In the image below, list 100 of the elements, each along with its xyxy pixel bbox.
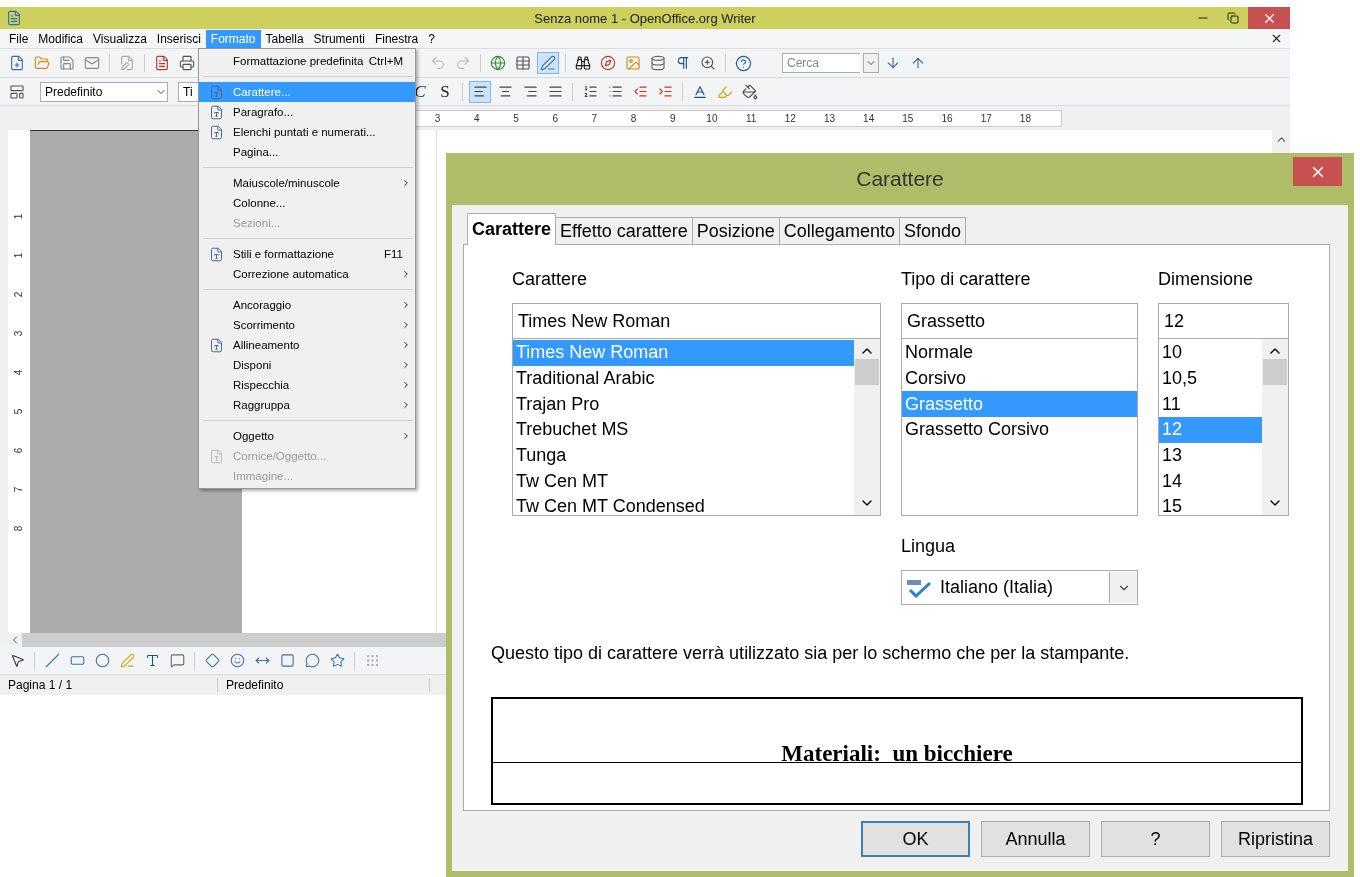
list-item[interactable]: Tw Cen MT Condensed [513,494,854,515]
menu-item[interactable]: Tabella [260,29,309,48]
close-button[interactable] [1293,157,1342,186]
menu-item[interactable]: Paragrafo... [199,102,415,122]
ruler-number: 8 [12,525,26,532]
menu-item[interactable]: Elenchi puntati e numerati... [199,122,415,142]
ruler-number: 3 [433,112,442,124]
help-icon [734,54,752,72]
compass-icon [600,55,616,71]
dialog-button[interactable]: Annulla [981,821,1090,857]
menu-item[interactable]: Formattazione predefinita Ctrl+M [199,51,415,71]
tab[interactable]: Carattere [467,213,557,245]
input-field[interactable]: 12 [1158,303,1289,339]
rectangle-icon [69,653,85,668]
line-icon [44,653,60,668]
menu-item[interactable]: Modifica [33,29,89,48]
smiley-icon [229,653,245,668]
menu-item[interactable]: Pagina... [199,142,415,162]
dialog-button[interactable]: ? [1101,821,1210,857]
ruler-number: 4 [473,112,481,124]
menu-item[interactable]: ? [423,29,440,48]
format-key-button[interactable]: S [434,80,456,103]
menu-item-icon [208,124,224,140]
edit-file-icon [119,55,135,71]
list-item[interactable]: Tunga [513,442,854,469]
callout-icon [304,653,320,668]
menu-item[interactable]: Oggetto [199,426,415,446]
menu-item[interactable]: Allineamento [199,335,415,355]
menu-item[interactable]: Disponi [199,355,415,375]
input-field[interactable]: Times New Roman [512,303,881,339]
undo-icon [430,55,446,71]
pencil-button[interactable] [537,52,559,74]
list-item[interactable]: Corsivo [902,365,1137,392]
globe-icon [490,55,506,71]
scroll-thumb[interactable] [1263,359,1287,385]
decrease-indent-icon [632,84,648,99]
ruler-number: 12 [783,112,797,124]
menu-item[interactable]: Correzione automatica [199,264,415,284]
list-item[interactable]: 11 [1159,391,1262,418]
list-item[interactable]: 15 [1159,494,1262,515]
ruler-number: 4 [12,369,26,376]
scroll-thumb[interactable] [855,359,879,385]
database-icon [650,55,666,71]
ruler-number: 14 [862,112,876,124]
pencil-icon [540,55,556,71]
styles-icon [9,83,25,100]
search-dropdown-button[interactable] [863,53,879,73]
menu-item[interactable]: Maiuscole/minuscole [199,173,415,193]
points-icon [364,653,380,668]
gallery-icon [625,55,641,71]
ruler-number: 15 [901,112,915,124]
ruler-number: 11 [744,112,758,124]
status-text: Predefinito [218,678,430,692]
list-item[interactable]: Trajan Pro [513,391,854,418]
menu-item[interactable]: Raggruppa [199,395,415,415]
menu-item-icon [208,337,224,353]
font-color-icon [692,83,708,100]
ruler-number: 1 [12,213,26,220]
tab[interactable]: Sfondo [898,217,966,245]
list-item[interactable]: 14 [1159,468,1262,495]
list-item[interactable]: 13 [1159,442,1262,469]
menu-item[interactable]: File [4,29,34,48]
list-item[interactable]: Tw Cen MT [513,468,854,495]
align-left-button[interactable] [469,80,491,103]
search-field[interactable]: Cerca [782,53,860,73]
menu-item[interactable]: Finestra [369,29,424,48]
menu-item[interactable]: Visualizza [88,29,152,48]
ruler-number: 7 [590,112,599,124]
pointer-icon [9,653,25,668]
ruler-number: 13 [822,112,837,124]
menu-item[interactable]: Inserisci [151,29,206,48]
ruler-number: 6 [551,112,559,124]
menu-item[interactable]: Rispecchia [199,375,415,395]
table-icon [515,55,531,71]
dialog-button[interactable]: OK [861,821,970,857]
menu-item[interactable]: Ancoraggio [199,295,415,315]
language-dropdown[interactable]: Italiano (Italia) [901,570,1138,605]
highlighter-icon [717,83,733,100]
list-item[interactable]: Normale [902,340,1137,366]
speech-bubble-icon [169,653,185,668]
list-item[interactable]: 10 [1159,340,1262,366]
menu-item[interactable]: Strumenti [308,29,370,48]
menu-item[interactable]: Colonne... [199,193,415,213]
ruler-number: 5 [12,408,26,415]
list-item[interactable]: Grassetto Corsivo [902,417,1137,443]
printer-icon [179,55,195,71]
paragraph-style-field[interactable]: Predefinito [40,81,168,102]
zoom-icon [700,55,716,71]
dialog-button[interactable]: Ripristina [1221,821,1330,857]
list-item[interactable]: 10,5 [1159,365,1262,392]
list-item[interactable]: Trebuchet MS [513,417,854,443]
ruler-number: 17 [979,112,993,124]
binoculars-icon [575,55,591,71]
redo-icon [455,55,471,71]
menu-item-icon [208,246,224,262]
menu-item[interactable]: Stili e formattazione F11 [199,244,415,264]
text-icon [144,653,160,668]
list-item[interactable]: Traditional Arabic [513,365,854,392]
menu-item[interactable]: Scorrimento [199,315,415,335]
input-field[interactable]: Grassetto [901,303,1138,339]
